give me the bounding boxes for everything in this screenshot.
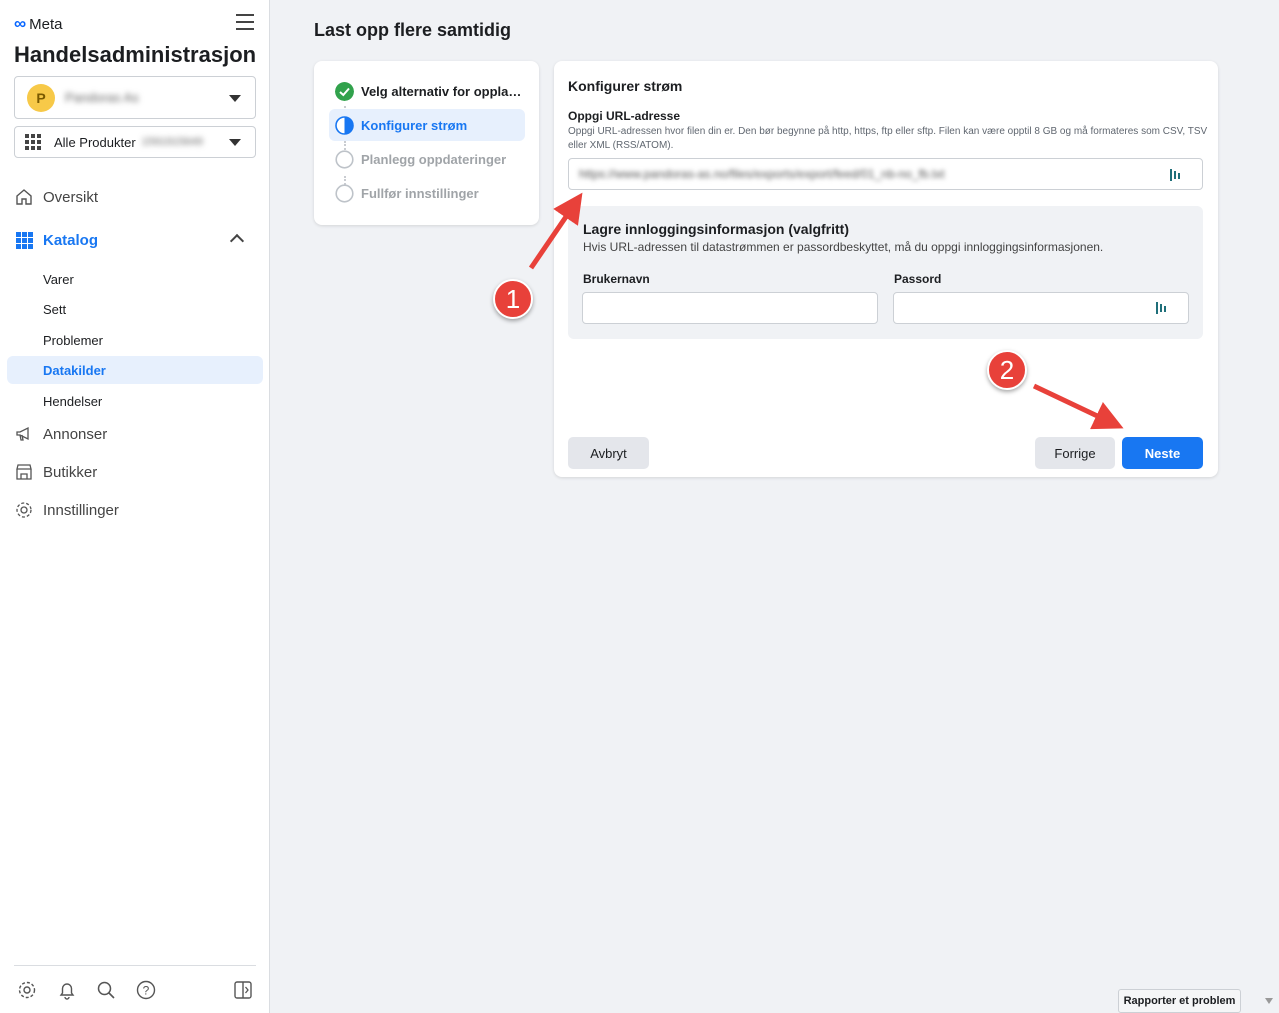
step-konfigurer-strom[interactable]: Konfigurer strøm [329, 109, 525, 141]
svg-text:?: ? [143, 984, 150, 998]
nav-item-annonser[interactable]: Annonser [14, 424, 107, 444]
url-value: https://www.pandoras-as.no/files/exports… [579, 167, 945, 181]
hamburger-menu-icon[interactable] [236, 14, 254, 30]
catalog-id: 1591915649 [141, 136, 203, 148]
url-help-text: Oppgi URL-adressen hvor filen din er. De… [568, 126, 1208, 151]
login-description: Hvis URL-adressen til datastrømmen er pa… [583, 240, 1104, 254]
nav-item-innstillinger[interactable]: Innstillinger [14, 500, 119, 520]
empty-circle-icon [335, 149, 354, 169]
annotation-badge-2: 2 [987, 350, 1027, 390]
chevron-up-icon[interactable] [229, 233, 245, 249]
next-button[interactable]: Neste [1122, 437, 1203, 469]
nav-label: Butikker [43, 463, 98, 481]
step-fullfor[interactable]: Fullfør innstillinger [329, 177, 525, 209]
catalog-selector[interactable]: Alle Produkter 1591915649 [14, 126, 256, 158]
url-label: Oppgi URL-adresse [568, 109, 681, 123]
password-label: Passord [894, 272, 942, 286]
stepper-card: Velg alternativ for opplasting Konfigure… [314, 61, 539, 225]
login-title: Lagre innloggingsinformasjon (valgfritt) [583, 221, 849, 237]
nav-label: Annonser [43, 425, 108, 443]
help-icon[interactable]: ? [136, 980, 156, 1000]
sidebar-item-varer[interactable]: Varer [7, 265, 263, 293]
step-label: Velg alternativ for opplasting [361, 83, 525, 99]
configure-feed-card: Konfigurer strøm Oppgi URL-adresse Oppgi… [554, 61, 1218, 477]
password-manager-icon[interactable] [1156, 301, 1168, 315]
step-velg-alternativ[interactable]: Velg alternativ for opplasting [329, 75, 525, 107]
sidebar-item-sett[interactable]: Sett [7, 295, 263, 323]
store-icon [14, 462, 34, 482]
password-input[interactable] [893, 292, 1189, 324]
catalog-grid-icon [14, 230, 34, 250]
username-input[interactable] [582, 292, 878, 324]
business-name: Pandoras As [65, 90, 139, 105]
megaphone-icon [14, 424, 34, 444]
previous-button[interactable]: Forrige [1035, 437, 1115, 469]
sidebar: ∞ Meta Handelsadministrasjon P Pandoras … [0, 0, 270, 1013]
section-title: Konfigurer strøm [568, 78, 683, 94]
sidebar-item-datakilder[interactable]: Datakilder [7, 356, 263, 384]
empty-circle-icon [335, 183, 354, 203]
sidebar-item-problemer[interactable]: Problemer [7, 326, 263, 354]
footer-divider [14, 965, 256, 966]
business-selector[interactable]: P Pandoras As [14, 76, 256, 119]
gear-icon[interactable] [17, 980, 37, 1000]
nav-item-oversikt[interactable]: Oversikt [14, 187, 98, 207]
caret-down-icon [229, 94, 241, 102]
username-label: Brukernavn [583, 272, 650, 286]
nav-label: Innstillinger [43, 501, 119, 519]
bell-icon[interactable] [57, 980, 77, 1000]
home-icon [14, 187, 34, 207]
url-input[interactable]: https://www.pandoras-as.no/files/exports… [568, 158, 1203, 190]
check-circle-icon [335, 81, 354, 101]
caret-down-icon [229, 139, 241, 146]
search-icon[interactable] [96, 980, 116, 1000]
half-circle-icon [335, 115, 354, 135]
step-label: Planlegg oppdateringer [361, 151, 507, 167]
business-avatar: P [27, 83, 55, 112]
login-info-section: Lagre innloggingsinformasjon (valgfritt)… [568, 206, 1203, 339]
annotation-badge-1: 1 [493, 279, 533, 319]
sidebar-item-hendelser[interactable]: Hendelser [7, 387, 263, 415]
meta-infinity-icon: ∞ [14, 14, 27, 33]
cancel-button[interactable]: Avbryt [568, 437, 649, 469]
nav-item-butikker[interactable]: Butikker [14, 462, 97, 482]
meta-brand-text: Meta [29, 15, 63, 33]
step-label: Konfigurer strøm [361, 117, 468, 133]
grid-icon [25, 134, 41, 150]
step-label: Fullfør innstillinger [361, 185, 479, 201]
app-title: Handelsadministrasjon [14, 42, 257, 67]
scroll-down-arrow-icon[interactable] [1265, 998, 1273, 1004]
gear-icon [14, 500, 34, 520]
panel-icon[interactable] [233, 980, 253, 1000]
password-manager-icon[interactable] [1170, 168, 1182, 182]
step-planlegg[interactable]: Planlegg oppdateringer [329, 143, 525, 175]
meta-logo[interactable]: ∞ Meta [14, 14, 62, 34]
catalog-name: Alle Produkter [54, 134, 136, 150]
nav-item-katalog[interactable]: Katalog [14, 230, 98, 250]
page-title: Last opp flere samtidig [314, 20, 512, 40]
nav-label: Katalog [43, 231, 99, 249]
report-problem-button[interactable]: Rapporter et problem [1118, 989, 1241, 1013]
nav-label: Oversikt [43, 188, 99, 206]
